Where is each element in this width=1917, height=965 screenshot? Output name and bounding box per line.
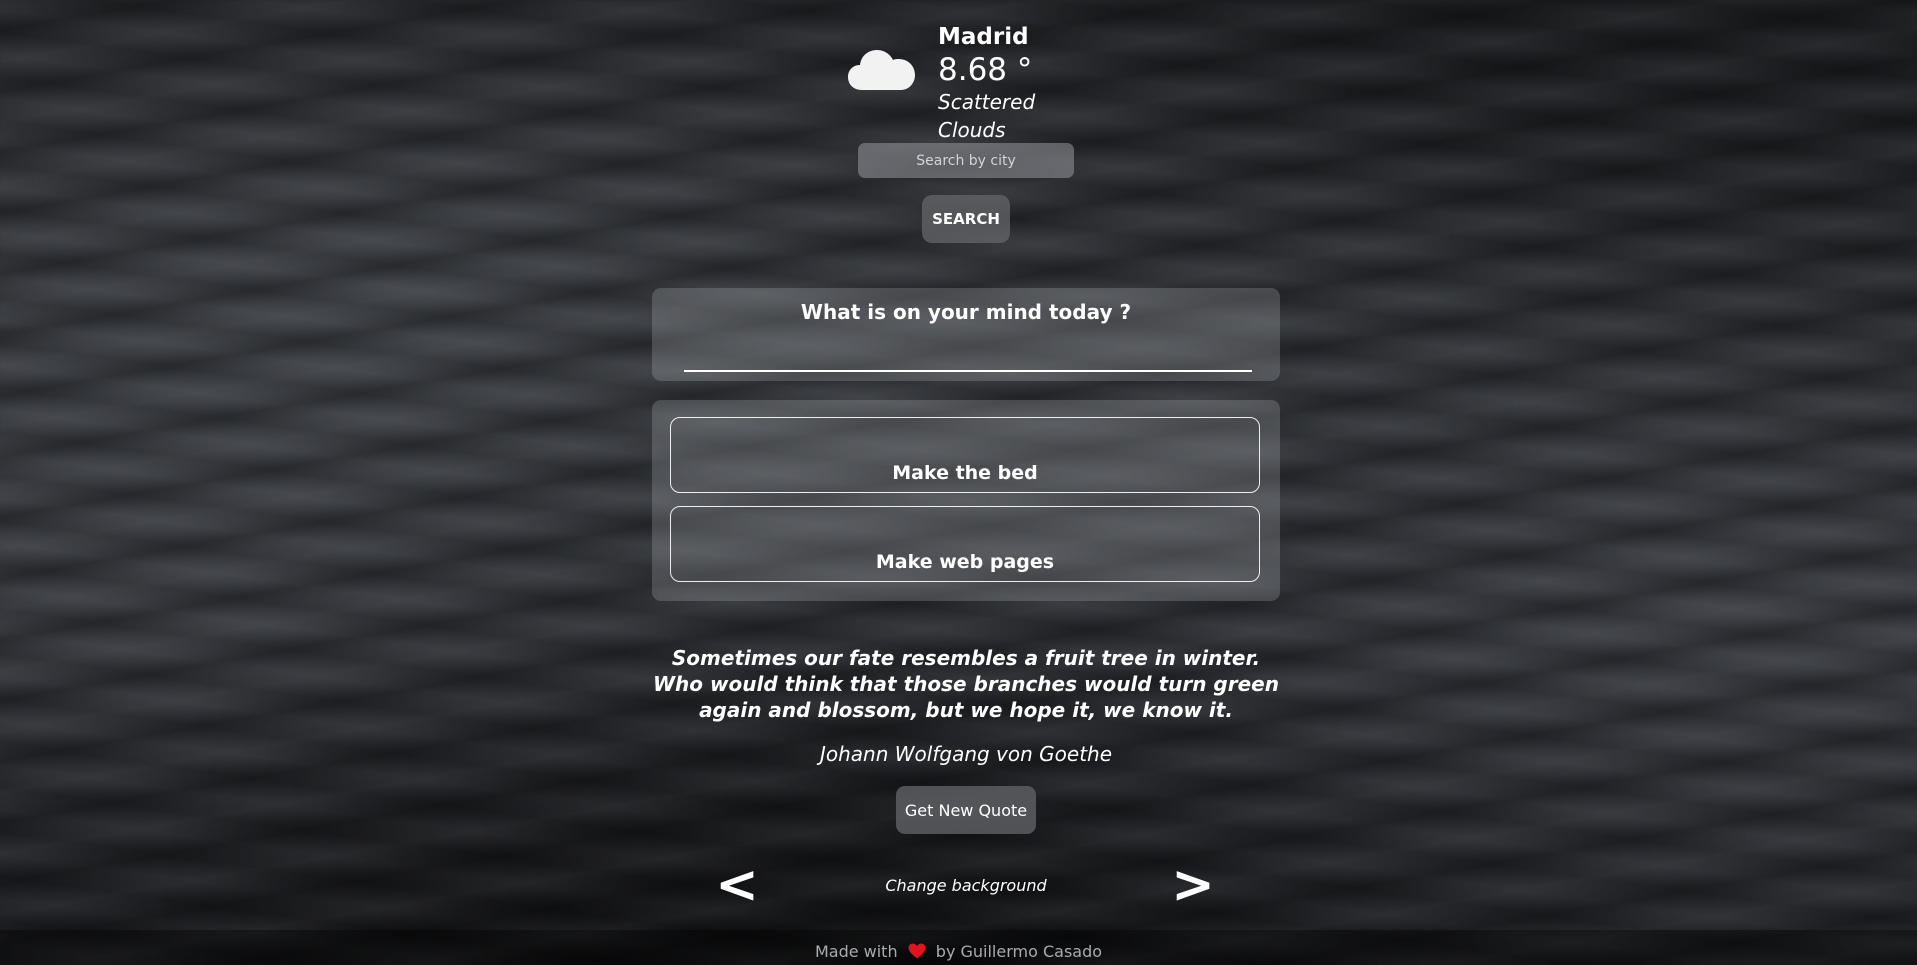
todo-list: Make the bed Make web pages <box>652 400 1280 601</box>
weather-description: Scattered Clouds <box>938 90 1036 142</box>
quote-text: Sometimes our fate resembles a fruit tre… <box>653 646 1279 722</box>
next-background-button[interactable]: > <box>1163 855 1223 915</box>
heart-icon <box>908 943 926 959</box>
cloud-icon <box>848 50 915 90</box>
todo-item-label: Make the bed <box>892 462 1038 484</box>
city-search-input[interactable] <box>858 143 1074 178</box>
mind-input[interactable] <box>684 340 1252 372</box>
weather-details: Madrid 8.68 ° Scattered Clouds <box>938 22 1108 144</box>
quote-author: Johann Wolfgang von Goethe <box>819 742 1113 766</box>
footer-author: Guillermo Casado <box>960 942 1103 961</box>
city-name: Madrid <box>938 24 1029 50</box>
search-button[interactable]: SEARCH <box>922 195 1010 243</box>
todo-item[interactable]: Make the bed <box>670 417 1260 493</box>
mind-title: What is on your mind today ? <box>800 300 1132 324</box>
todo-item[interactable]: Make web pages <box>670 506 1260 582</box>
change-background-label: Change background <box>885 876 1047 895</box>
get-new-quote-button[interactable]: Get New Quote <box>896 786 1036 834</box>
weather-widget: Madrid 8.68 ° Scattered Clouds <box>848 22 1108 142</box>
mind-panel: What is on your mind today ? <box>652 288 1280 381</box>
footer: Made with by Guillermo Casado <box>0 930 1917 965</box>
previous-background-button[interactable]: < <box>707 855 767 915</box>
footer-by: by <box>935 942 956 961</box>
temperature: 8.68 ° <box>938 52 1033 88</box>
todo-item-label: Make web pages <box>875 551 1055 573</box>
footer-made-with: Made with <box>814 942 898 961</box>
